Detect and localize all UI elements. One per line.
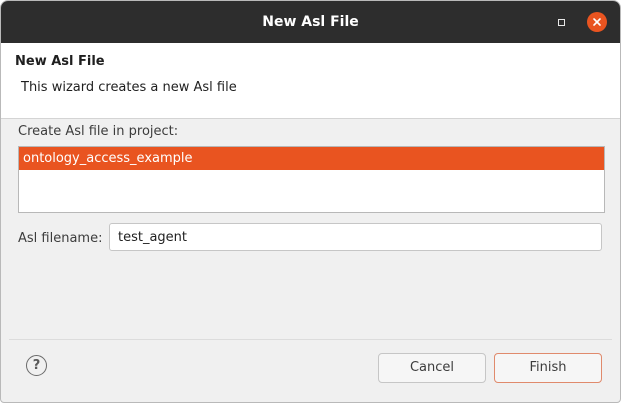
close-icon xyxy=(593,18,601,26)
finish-button[interactable]: Finish xyxy=(494,353,602,383)
title-bar[interactable]: New Asl File xyxy=(1,1,620,43)
close-button[interactable] xyxy=(587,12,607,32)
wizard-page-title: New Asl File xyxy=(15,54,105,69)
project-list-label: Create Asl file in project: xyxy=(18,124,179,139)
footer-separator xyxy=(9,339,612,340)
project-item-label: ontology_access_example xyxy=(23,151,193,166)
maximize-button[interactable] xyxy=(553,14,569,30)
project-list-item[interactable]: ontology_access_example xyxy=(19,147,604,170)
maximize-icon xyxy=(557,18,565,26)
project-list[interactable]: ontology_access_example xyxy=(18,146,605,213)
new-asl-file-dialog: New Asl File New Asl File This wizard cr… xyxy=(0,0,621,403)
filename-label: Asl filename: xyxy=(18,231,103,246)
help-icon: ? xyxy=(32,358,41,373)
wizard-banner: New Asl File This wizard creates a new A… xyxy=(1,43,620,119)
filename-input[interactable] xyxy=(109,223,602,251)
help-button[interactable]: ? xyxy=(26,355,47,376)
window-title: New Asl File xyxy=(262,14,359,30)
cancel-button[interactable]: Cancel xyxy=(378,353,486,383)
wizard-description: This wizard creates a new Asl file xyxy=(21,80,237,95)
